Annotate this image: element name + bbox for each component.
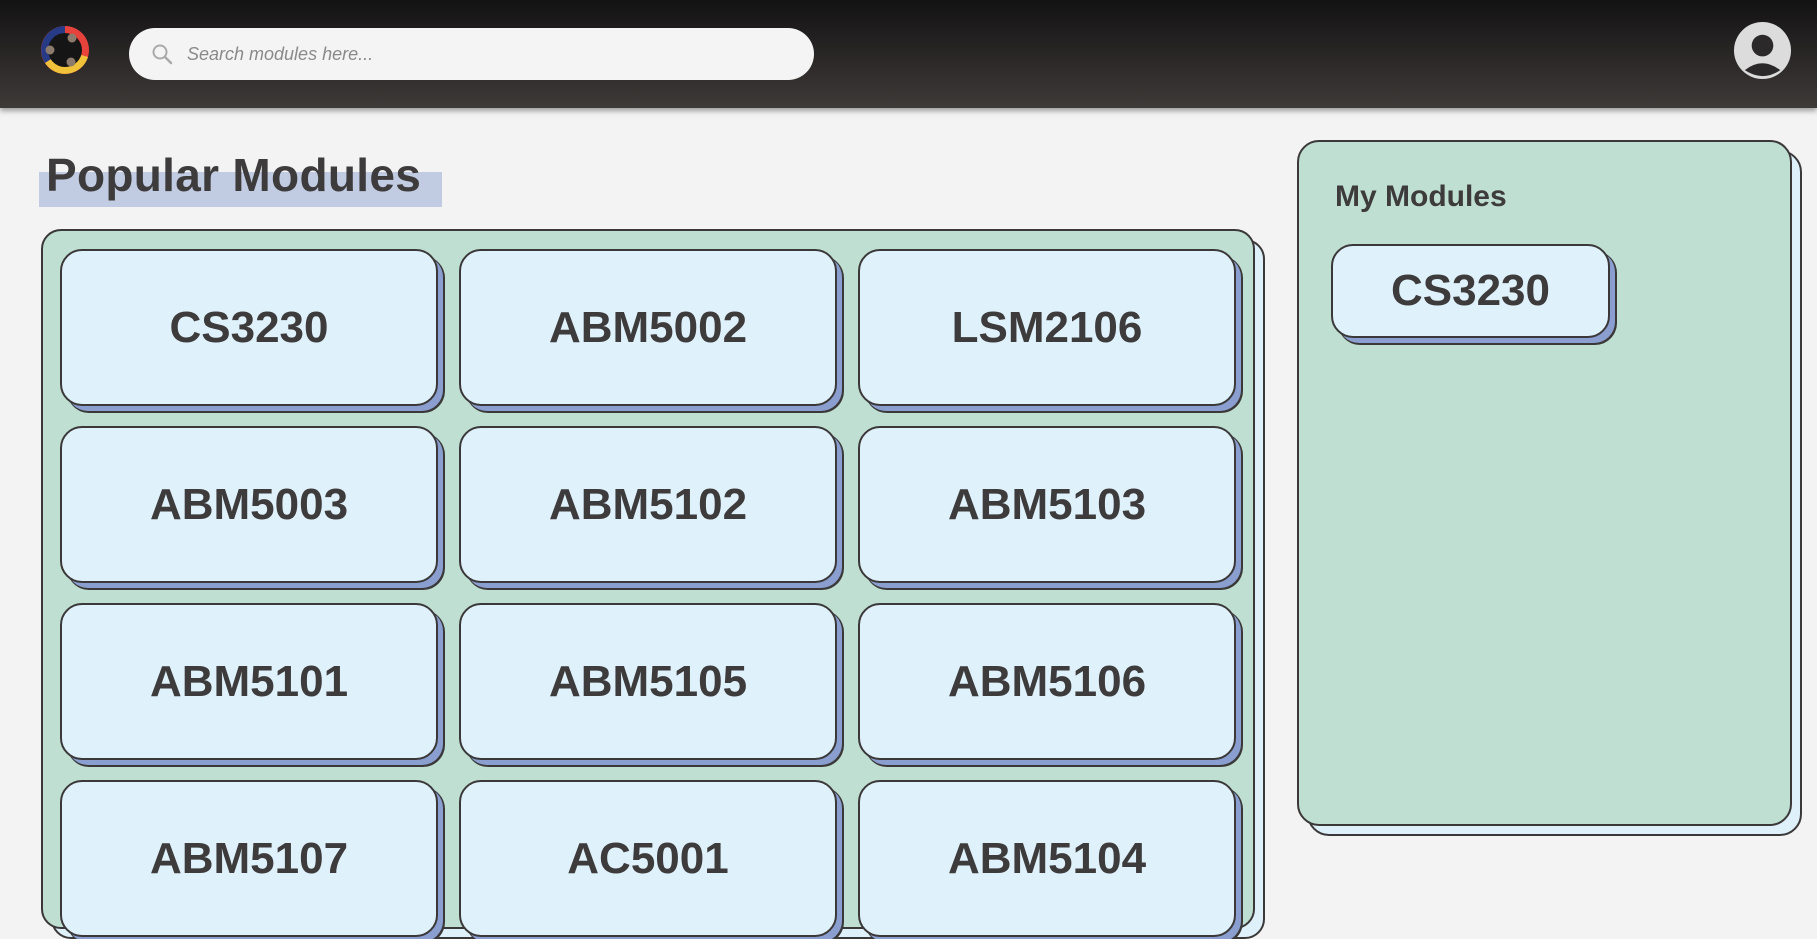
module-card[interactable]: ABM5002 [459, 249, 837, 406]
search-input[interactable] [187, 43, 747, 65]
module-card[interactable]: LSM2106 [858, 249, 1236, 406]
user-avatar-icon[interactable] [1733, 21, 1792, 80]
page-title: Popular Modules [46, 149, 422, 201]
top-nav-bar [0, 0, 1817, 108]
module-card[interactable]: ABM5102 [459, 426, 837, 583]
module-card[interactable]: ABM5107 [60, 780, 438, 937]
my-modules-title: My Modules [1335, 180, 1507, 213]
module-card[interactable]: ABM5003 [60, 426, 438, 583]
search-bar[interactable] [129, 28, 814, 80]
module-card[interactable]: ABM5104 [858, 780, 1236, 937]
module-card[interactable]: ABM5103 [858, 426, 1236, 583]
my-module-chip[interactable]: CS3230 [1331, 244, 1610, 338]
popular-modules-heading: Popular Modules [39, 148, 442, 207]
app-logo[interactable] [40, 25, 90, 75]
module-card[interactable]: CS3230 [60, 249, 438, 406]
popular-modules-grid: CS3230 ABM5002 LSM2106 ABM5003 ABM5102 ABM510… [41, 229, 1255, 937]
module-card[interactable]: ABM5101 [60, 603, 438, 760]
search-icon [152, 44, 173, 65]
module-card[interactable]: AC5001 [459, 780, 837, 937]
module-card[interactable]: ABM5105 [459, 603, 837, 760]
module-card[interactable]: ABM5106 [858, 603, 1236, 760]
my-modules-panel: My Modules CS3230 [1297, 140, 1792, 826]
